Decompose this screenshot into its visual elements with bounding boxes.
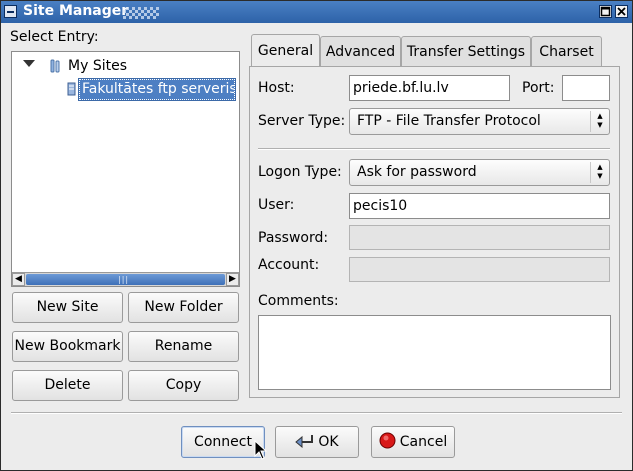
server-type-label: Server Type: <box>258 113 346 129</box>
maximize-icon[interactable] <box>599 5 612 18</box>
tab-general[interactable]: General <box>251 34 320 66</box>
connect-button-label: Connect <box>194 433 252 450</box>
scroll-thumb[interactable]: ||| <box>26 274 225 285</box>
password-label: Password: <box>258 230 329 246</box>
tree-item-site[interactable]: Fakultātes ftp serveris <box>78 78 236 101</box>
new-folder-button[interactable]: New Folder <box>128 292 239 323</box>
scroll-right-icon[interactable]: ▶ <box>226 273 239 286</box>
folder-icon <box>50 59 60 73</box>
delete-button[interactable]: Delete <box>12 370 123 401</box>
copy-button[interactable]: Copy <box>128 370 239 401</box>
user-label: User: <box>258 197 295 213</box>
port-label: Port: <box>522 80 555 96</box>
host-label: Host: <box>258 80 295 96</box>
account-label: Account: <box>258 257 320 273</box>
rename-button[interactable]: Rename <box>128 331 239 362</box>
select-entry-label: Select Entry: <box>10 29 99 45</box>
server-type-select[interactable]: FTP - File Transfer Protocol ▲ ▼ <box>349 108 610 135</box>
server-icon <box>67 82 76 96</box>
port-input[interactable] <box>562 75 610 101</box>
close-icon[interactable] <box>615 5 628 18</box>
select-arrows-icon: ▲ ▼ <box>590 162 609 183</box>
tab-advanced[interactable]: Advanced <box>320 36 401 66</box>
general-panel: Host: priede.bf.lu.lv Port: Server Type:… <box>249 66 620 398</box>
site-tree[interactable]: My Sites Fakultātes ftp serveris ◀ ||| ▶ <box>11 51 240 287</box>
logon-type-value: Ask for password <box>357 164 477 180</box>
tab-transfer-settings[interactable]: Transfer Settings <box>401 36 531 66</box>
title-bar-pattern <box>123 7 159 19</box>
tree-root-my-sites[interactable]: My Sites <box>68 58 127 74</box>
password-input[interactable] <box>349 225 610 250</box>
title-bar[interactable]: Site Manager <box>1 1 632 23</box>
section-divider <box>258 148 610 150</box>
footer-divider <box>11 412 622 414</box>
collapse-arrow-icon[interactable] <box>23 60 35 67</box>
ok-button[interactable]: OK <box>275 426 359 458</box>
comments-label: Comments: <box>258 293 339 309</box>
logon-type-select[interactable]: Ask for password ▲ ▼ <box>349 159 610 186</box>
connect-button[interactable]: Connect <box>181 426 265 458</box>
scroll-grip-icon: ||| <box>118 275 130 284</box>
comments-textarea[interactable] <box>258 315 611 390</box>
window-menu-icon[interactable] <box>4 5 17 18</box>
scroll-left-icon[interactable]: ◀ <box>12 273 25 286</box>
new-site-button[interactable]: New Site <box>12 292 123 323</box>
user-input[interactable]: pecis10 <box>349 193 610 219</box>
tab-charset[interactable]: Charset <box>531 36 602 66</box>
logon-type-label: Logon Type: <box>258 164 342 180</box>
host-input[interactable]: priede.bf.lu.lv <box>349 75 510 101</box>
cancel-icon <box>379 432 396 448</box>
site-manager-window: Site Manager Select Entry: My Sites Faku… <box>0 0 633 471</box>
horizontal-scrollbar[interactable]: ◀ ||| ▶ <box>12 272 239 286</box>
return-arrow-icon <box>295 434 314 448</box>
mouse-cursor-icon <box>254 440 268 460</box>
select-arrows-icon: ▲ ▼ <box>590 111 609 132</box>
new-bookmark-button[interactable]: New Bookmark <box>12 331 123 362</box>
server-type-value: FTP - File Transfer Protocol <box>357 113 541 129</box>
cancel-button[interactable]: Cancel <box>371 426 455 458</box>
ok-button-label: OK <box>318 433 339 450</box>
cancel-button-label: Cancel <box>399 433 448 450</box>
window-title: Site Manager <box>23 3 129 19</box>
account-input[interactable] <box>349 257 610 282</box>
